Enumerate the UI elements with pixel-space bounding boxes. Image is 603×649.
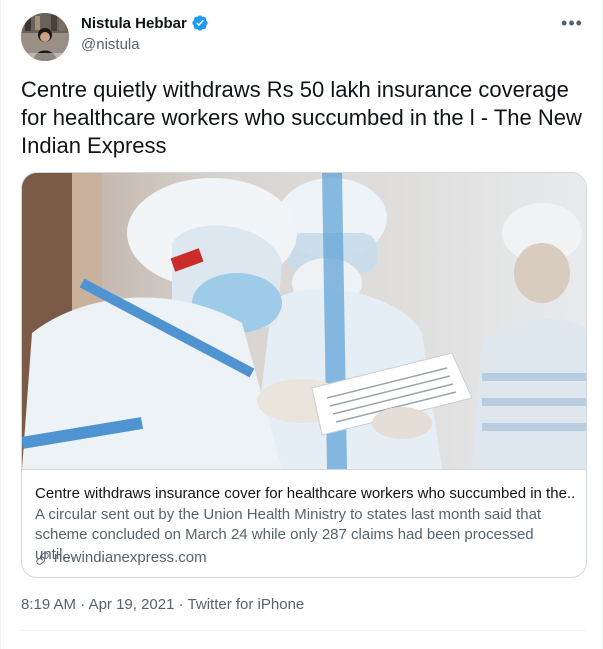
meta-separator-2: · bbox=[174, 596, 188, 613]
link-preview-card[interactable]: Centre withdraws insurance cover for hea… bbox=[21, 172, 587, 578]
tweet: Nistula Hebbar @nistula ••• Centre quiet… bbox=[0, 0, 603, 649]
tweet-time: 8:19 AM bbox=[21, 596, 77, 613]
more-horizontal-icon: ••• bbox=[561, 13, 583, 33]
verified-badge-icon bbox=[191, 14, 209, 32]
more-options-button[interactable]: ••• bbox=[560, 13, 584, 33]
meta-separator: · bbox=[76, 596, 89, 613]
card-image bbox=[22, 173, 586, 469]
author-name-row[interactable]: Nistula Hebbar bbox=[81, 14, 209, 32]
tweet-date: Apr 19, 2021 bbox=[88, 596, 175, 613]
divider bbox=[21, 630, 586, 631]
link-icon bbox=[35, 551, 50, 566]
card-domain: newindianexpress.com bbox=[35, 548, 207, 568]
tweet-time-link[interactable]: 8:19 AM · Apr 19, 2021 bbox=[21, 596, 174, 613]
avatar-photo-icon bbox=[21, 13, 69, 61]
author-display-name[interactable]: Nistula Hebbar bbox=[81, 15, 187, 32]
card-body: Centre withdraws insurance cover for hea… bbox=[22, 469, 586, 577]
card-domain-text: newindianexpress.com bbox=[54, 549, 207, 566]
tweet-meta: 8:19 AM · Apr 19, 2021 · Twitter for iPh… bbox=[21, 596, 304, 613]
tweet-source-link[interactable]: Twitter for iPhone bbox=[188, 596, 305, 613]
card-title: Centre withdraws insurance cover for hea… bbox=[35, 485, 575, 502]
tweet-text: Centre quietly withdraws Rs 50 lakh insu… bbox=[21, 77, 582, 158]
author-handle[interactable]: @nistula bbox=[81, 36, 140, 53]
avatar[interactable] bbox=[21, 13, 69, 61]
